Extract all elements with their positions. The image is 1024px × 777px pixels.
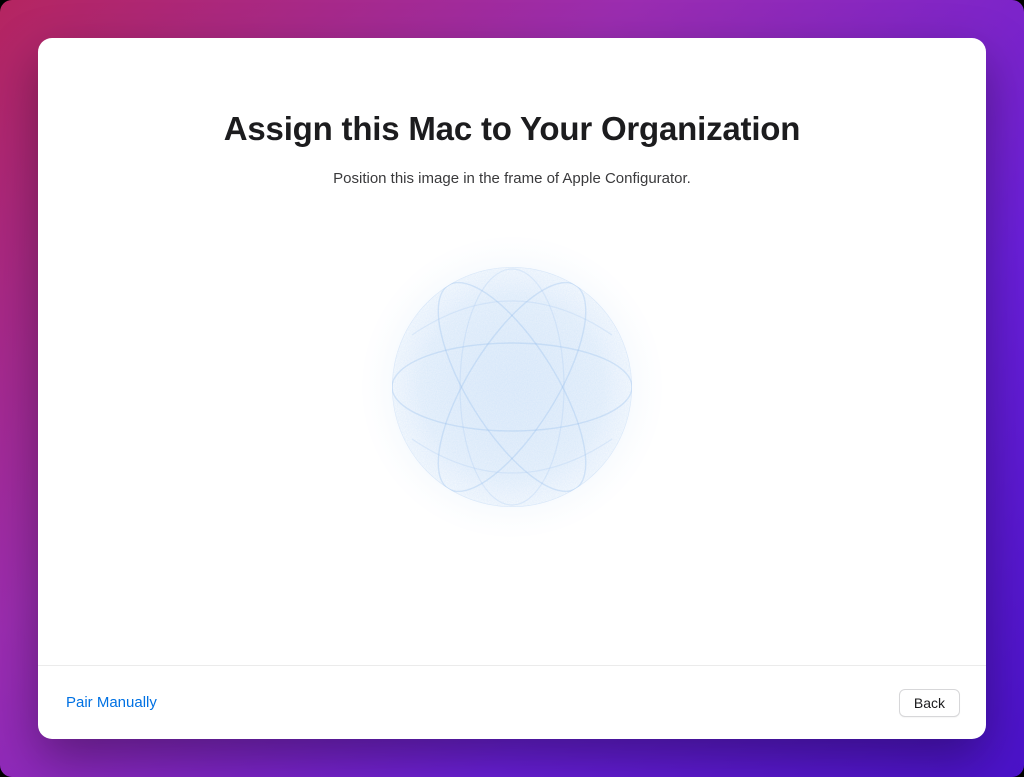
page-subtitle: Position this image in the frame of Appl… [333, 170, 691, 187]
page-title: Assign this Mac to Your Organization [224, 110, 800, 148]
desktop-background: Assign this Mac to Your Organization Pos… [0, 0, 1024, 777]
setup-assistant-window: Assign this Mac to Your Organization Pos… [38, 38, 986, 739]
back-button[interactable]: Back [899, 689, 960, 717]
footer-bar: Pair Manually Back [38, 665, 986, 739]
main-content: Assign this Mac to Your Organization Pos… [38, 38, 986, 665]
orb-icon [352, 227, 672, 547]
pair-manually-button[interactable]: Pair Manually [64, 690, 159, 715]
pairing-orb-graphic [352, 227, 672, 547]
